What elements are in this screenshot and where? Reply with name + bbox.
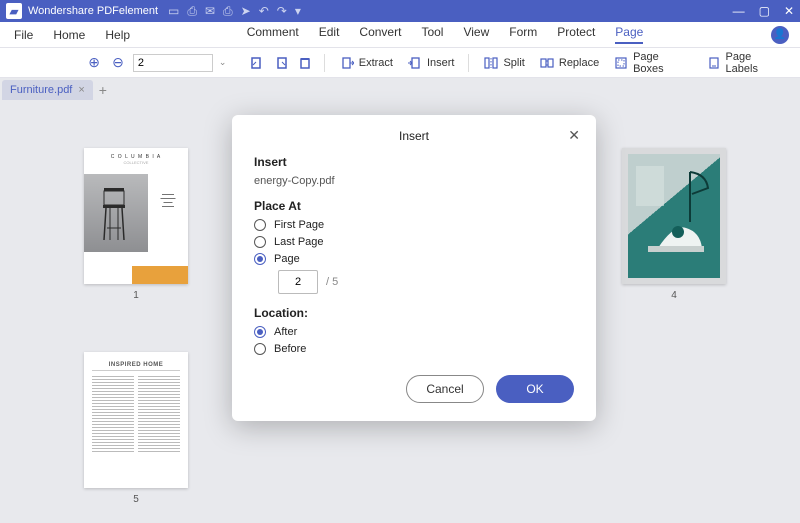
zoom-in-icon[interactable]: ⊕: [85, 54, 103, 72]
page-number-field[interactable]: [278, 270, 318, 294]
document-tab[interactable]: Furniture.pdf ×: [2, 80, 93, 100]
replace-button[interactable]: Replace: [535, 55, 603, 71]
menu-comment[interactable]: Comment: [247, 25, 299, 44]
menu-bar: File Home Help Comment Edit Convert Tool…: [0, 22, 800, 48]
rotate-right-icon[interactable]: [272, 54, 290, 72]
minimize-button[interactable]: —: [733, 4, 745, 18]
dialog-title: Insert: [399, 129, 429, 143]
page-dropdown-icon[interactable]: ⌄: [219, 57, 227, 68]
print-icon[interactable]: ⎙: [223, 4, 233, 19]
replace-icon: [539, 55, 555, 71]
menu-edit[interactable]: Edit: [319, 25, 340, 44]
page-boxes-icon: [613, 55, 629, 71]
option-last-page-label: Last Page: [274, 236, 324, 248]
user-avatar-icon[interactable]: 👤: [771, 26, 789, 44]
app-title: Wondershare PDFelement: [28, 5, 158, 17]
insert-button[interactable]: Insert: [403, 55, 459, 71]
option-first-page-label: First Page: [274, 219, 324, 231]
redo-icon[interactable]: ↷: [277, 4, 287, 18]
thumb1-number: 1: [84, 290, 188, 301]
split-icon: [483, 55, 499, 71]
menu-form[interactable]: Form: [509, 25, 537, 44]
menu-convert[interactable]: Convert: [359, 25, 401, 44]
thumb1-brand: C O L U M B I A: [84, 148, 188, 160]
option-before[interactable]: Before: [254, 343, 574, 355]
title-bar: ▰ Wondershare PDFelement ▭ ⎙ ✉ ⎙ ➤ ↶ ↷ ▾…: [0, 0, 800, 22]
ok-button[interactable]: OK: [496, 375, 574, 403]
page-number-input[interactable]: [133, 54, 213, 72]
thumb4-number: 4: [622, 290, 726, 301]
menu-protect[interactable]: Protect: [557, 25, 595, 44]
radio-selected-icon: [254, 326, 266, 338]
folder-open-icon[interactable]: ▭: [168, 4, 179, 18]
page-thumbnail-5[interactable]: INSPIRED HOME 5: [84, 352, 188, 505]
add-tab-button[interactable]: +: [93, 80, 113, 100]
option-before-label: Before: [274, 343, 306, 355]
insert-label: Insert: [427, 57, 455, 69]
window-controls: — ▢ ✕: [733, 4, 794, 18]
insert-filename: energy-Copy.pdf: [254, 175, 574, 187]
section-insert-heading: Insert: [254, 155, 574, 169]
page-labels-label: Page Labels: [726, 51, 786, 75]
maximize-button[interactable]: ▢: [759, 4, 770, 18]
dialog-close-button[interactable]: ✕: [568, 127, 580, 144]
insert-dialog: Insert ✕ Insert energy-Copy.pdf Place At…: [232, 115, 596, 421]
page-boxes-button[interactable]: Page Boxes: [609, 51, 695, 75]
radio-selected-icon: [254, 253, 266, 265]
page-toolbar: ⊕ ⊖ ⌄ Extract Insert Split Replace Page …: [0, 48, 800, 78]
page-boxes-label: Page Boxes: [633, 51, 692, 75]
thumb5-title: INSPIRED HOME: [92, 362, 180, 368]
option-after-label: After: [274, 326, 297, 338]
zoom-out-icon[interactable]: ⊖: [109, 54, 127, 72]
page-labels-icon: [706, 55, 722, 71]
option-page[interactable]: Page: [254, 253, 574, 265]
share-icon[interactable]: ➤: [241, 4, 251, 18]
qat-dropdown-icon[interactable]: ▾: [295, 4, 301, 18]
extract-label: Extract: [359, 57, 393, 69]
menu-help[interactable]: Help: [105, 28, 130, 42]
undo-icon[interactable]: ↶: [259, 4, 269, 18]
option-last-page[interactable]: Last Page: [254, 236, 574, 248]
close-tab-icon[interactable]: ×: [78, 84, 84, 96]
radio-icon: [254, 219, 266, 231]
insert-icon: [407, 55, 423, 71]
delete-page-icon[interactable]: [296, 54, 314, 72]
rotate-left-icon[interactable]: [248, 54, 266, 72]
cancel-button[interactable]: Cancel: [406, 375, 484, 403]
radio-icon: [254, 343, 266, 355]
page-thumbnail-4[interactable]: 4: [622, 148, 726, 301]
page-total-label: / 5: [326, 276, 338, 288]
mail-icon[interactable]: ✉: [205, 4, 215, 18]
section-placeat-heading: Place At: [254, 199, 574, 213]
option-after[interactable]: After: [254, 326, 574, 338]
split-label: Split: [503, 57, 524, 69]
split-button[interactable]: Split: [479, 55, 528, 71]
radio-icon: [254, 236, 266, 248]
extract-button[interactable]: Extract: [335, 55, 397, 71]
save-icon[interactable]: ⎙: [187, 4, 197, 19]
extract-icon: [339, 55, 355, 71]
option-page-label: Page: [274, 253, 300, 265]
thumb1-sub: COLLECTIVE: [84, 160, 188, 165]
menu-page[interactable]: Page: [615, 25, 643, 44]
thumb5-number: 5: [84, 494, 188, 505]
document-tab-label: Furniture.pdf: [10, 84, 72, 96]
menu-file[interactable]: File: [14, 28, 33, 42]
option-first-page[interactable]: First Page: [254, 219, 574, 231]
close-window-button[interactable]: ✕: [784, 4, 794, 18]
menu-view[interactable]: View: [463, 25, 489, 44]
document-tab-bar: Furniture.pdf × +: [0, 78, 800, 100]
replace-label: Replace: [559, 57, 599, 69]
page-thumbnail-1[interactable]: C O L U M B I A COLLECTIVE ▬▬▬▬▬▬▬▬▬▬▬▬▬…: [84, 148, 188, 301]
page-labels-button[interactable]: Page Labels: [702, 51, 790, 75]
quick-access-toolbar: ▭ ⎙ ✉ ⎙ ➤ ↶ ↷ ▾: [168, 4, 301, 19]
section-location-heading: Location:: [254, 306, 574, 320]
app-logo-icon: ▰: [6, 3, 22, 19]
menu-tool[interactable]: Tool: [421, 25, 443, 44]
menu-home[interactable]: Home: [53, 28, 85, 42]
